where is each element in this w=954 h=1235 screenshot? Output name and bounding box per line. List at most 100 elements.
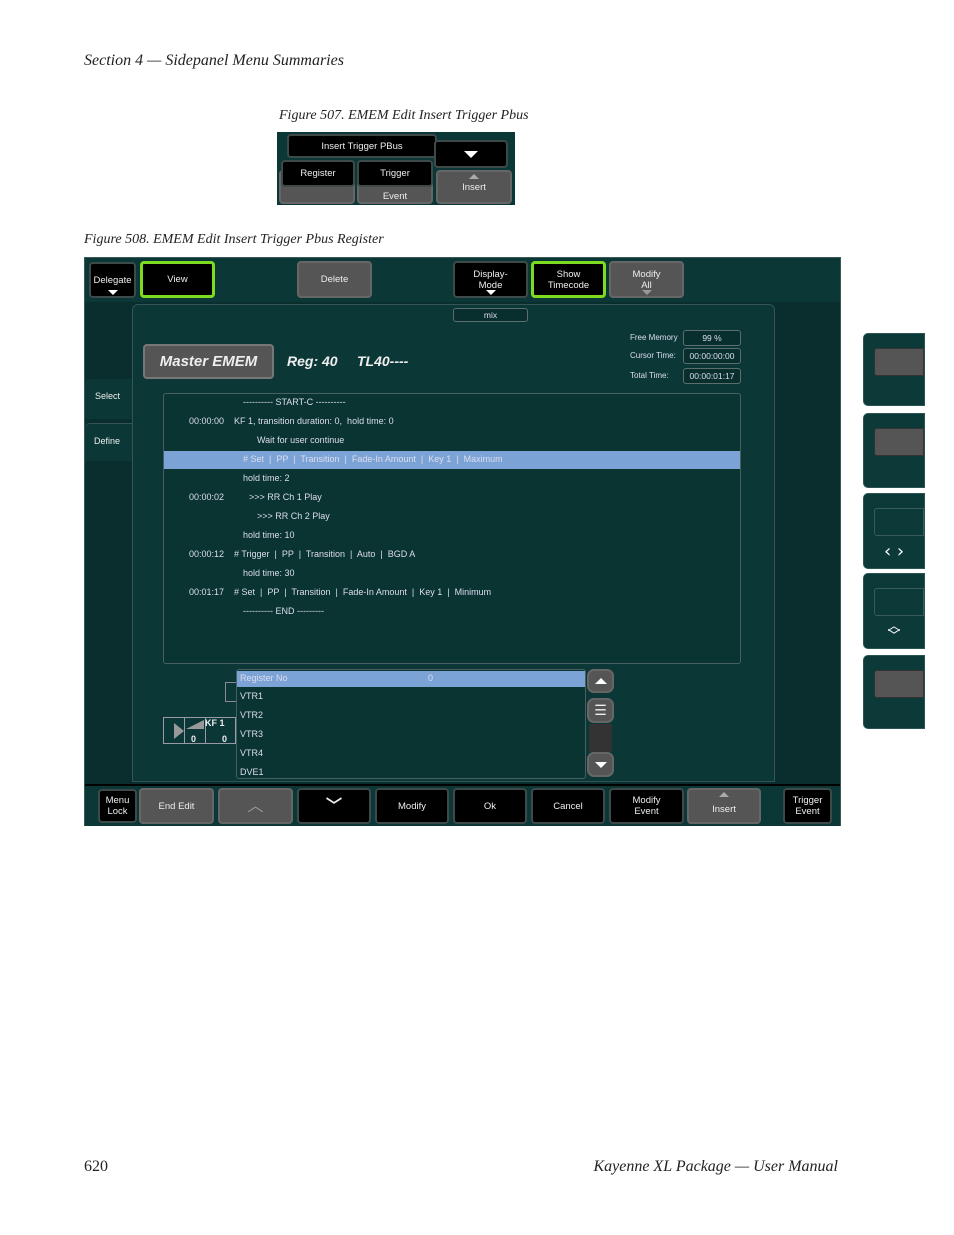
view-button[interactable]: View: [140, 261, 215, 298]
register-button[interactable]: Register: [281, 160, 355, 187]
cancel-button[interactable]: Cancel: [531, 788, 605, 824]
delegate-button[interactable]: Delegate: [89, 262, 136, 298]
caret-down-icon: [107, 290, 118, 295]
caret-down-icon: [641, 290, 652, 295]
chevron-down-icon: ﹀: [325, 797, 342, 815]
timeline-row[interactable]: hold time: 10: [243, 530, 295, 540]
caret-down-icon: [485, 290, 496, 295]
insert-trigger-pbus-button[interactable]: Insert Trigger PBus: [287, 134, 437, 158]
right-panel-2[interactable]: [863, 413, 925, 488]
master-emem-button[interactable]: Master EMEM: [143, 344, 274, 379]
chevron-left-right-icon[interactable]: ‹ ›: [864, 541, 924, 562]
timeline-row[interactable]: ---------- END ---------: [243, 606, 324, 616]
ramp-icon: [186, 720, 204, 729]
timeline-row[interactable]: >>> RR Ch 1 Play: [249, 492, 322, 502]
register-no-label: Register No: [240, 673, 288, 683]
show-timecode-button[interactable]: Show Timecode: [531, 261, 606, 298]
timeline-row[interactable]: hold time: 30: [243, 568, 295, 578]
timeline-row[interactable]: >>> RR Ch 2 Play: [257, 511, 330, 521]
trigger-event-button[interactable]: Trigger Event: [783, 788, 832, 824]
timeline-row[interactable]: ---------- START-C ----------: [243, 397, 346, 407]
chevron-down-icon: [464, 150, 478, 158]
page-number: 620: [84, 1158, 108, 1175]
timeline-row[interactable]: hold time: 2: [243, 473, 290, 483]
modify-event-button[interactable]: Modify Event: [609, 788, 684, 824]
scroll-down-event-button[interactable]: ﹀: [297, 788, 371, 824]
register-list-item[interactable]: VTR4: [240, 748, 263, 758]
end-edit-button[interactable]: End Edit: [139, 788, 214, 824]
scroll-up-button[interactable]: [587, 669, 614, 693]
figure-507: Insert Trigger PBus Event Register Trigg…: [277, 132, 515, 205]
scroll-down-button[interactable]: [587, 752, 614, 777]
register-list-item[interactable]: VTR1: [240, 691, 263, 701]
scroll-up-event-button[interactable]: ︿: [218, 788, 293, 824]
register-number: Reg: 40: [287, 353, 338, 369]
timeline-time: 00:00:00: [189, 416, 225, 426]
total-time-label: Total Time:: [630, 371, 669, 380]
section-header: Section 4 — Sidepanel Menu Summaries: [84, 52, 344, 69]
bracket-line: [225, 682, 236, 702]
timeline-row[interactable]: KF 1, transition duration: 0, hold time:…: [234, 416, 394, 426]
right-field-5[interactable]: [874, 670, 924, 698]
register-list-item[interactable]: VTR3: [240, 729, 263, 739]
right-field-1[interactable]: [874, 348, 924, 376]
right-panel-5[interactable]: [863, 655, 925, 729]
menu-lock-button[interactable]: Menu Lock: [98, 789, 137, 823]
timeline-list[interactable]: ---------- START-C ---------- 00:00:00 KF …: [163, 393, 741, 664]
trigger-button[interactable]: Trigger: [357, 160, 433, 187]
right-field-4[interactable]: [874, 588, 924, 616]
register-no-value: 0: [428, 673, 434, 683]
tab-define[interactable]: Define: [85, 423, 132, 461]
ok-button[interactable]: Ok: [453, 788, 527, 824]
insert-label: Insert: [462, 181, 486, 193]
register-list-item[interactable]: VTR2: [240, 710, 263, 720]
chevron-up-icon: ︿: [247, 797, 264, 815]
display-mode-label: Display- Mode: [473, 268, 508, 291]
timeline-time: 00:01:17: [189, 587, 225, 597]
menu-icon: ☰: [594, 702, 607, 718]
delete-button[interactable]: Delete: [297, 261, 372, 298]
insert-button[interactable]: Insert: [687, 788, 761, 824]
dropdown-button[interactable]: [434, 140, 508, 168]
right-panel-1[interactable]: [863, 333, 925, 406]
right-panel-3[interactable]: ‹ ›: [863, 493, 925, 569]
event-label: Event: [382, 191, 408, 202]
timeline-row[interactable]: # Trigger | PP | Transition | Auto | BGD…: [234, 549, 415, 559]
modify-all-button[interactable]: Modify All: [609, 261, 684, 298]
arrow-down-icon: [594, 761, 607, 768]
timeline-time: 00:00:12: [189, 549, 225, 559]
scroll-menu-button[interactable]: ☰: [587, 698, 614, 723]
insert-button[interactable]: Insert: [436, 170, 512, 204]
arrow-up-icon: [469, 174, 479, 179]
modify-all-label: Modify All: [632, 268, 661, 291]
right-panel-4[interactable]: ︿ ﹀: [863, 573, 925, 649]
timeline-row[interactable]: # Set | PP | Transition | Fade-In Amount…: [243, 454, 503, 464]
divider: [184, 718, 185, 744]
arrow-up-icon: [594, 678, 607, 684]
kf-value-1: 0: [191, 734, 197, 744]
timeline-time: 00:00:02: [189, 492, 225, 502]
figure-507-caption: Figure 507. EMEM Edit Insert Trigger Pbu…: [279, 108, 529, 123]
timeline-row[interactable]: # Set | PP | Transition | Fade-In Amount…: [234, 587, 491, 597]
total-time-value: 00:00:01:17: [683, 368, 741, 384]
register-list-header[interactable]: [237, 671, 585, 687]
right-field-2[interactable]: [874, 428, 924, 456]
chevron-up-down-icon[interactable]: ︿ ﹀: [864, 620, 924, 643]
figure-508: Delegate View Delete Display- Mode Show …: [84, 257, 925, 826]
cursor-time-label: Cursor Time:: [630, 351, 676, 360]
right-field-3[interactable]: [874, 508, 924, 536]
modify-button[interactable]: Modify: [375, 788, 449, 824]
delegate-label: Delegate: [93, 274, 132, 286]
insert-label: Insert: [712, 803, 736, 815]
timeline-name: TL40----: [357, 353, 409, 369]
scrollbar-track[interactable]: [589, 724, 612, 752]
timeline-row[interactable]: Wait for user continue: [257, 435, 344, 445]
manual-title: Kayenne XL Package — User Manual: [593, 1158, 838, 1175]
mix-field[interactable]: mix: [453, 308, 528, 322]
play-icon: [174, 723, 184, 739]
tab-select[interactable]: Select: [85, 379, 132, 419]
arrow-up-icon: [719, 792, 729, 797]
display-mode-button[interactable]: Display- Mode: [453, 261, 528, 298]
register-list-item[interactable]: DVE1: [240, 767, 264, 777]
kf-widget: 0 KF 1 0: [163, 717, 236, 744]
